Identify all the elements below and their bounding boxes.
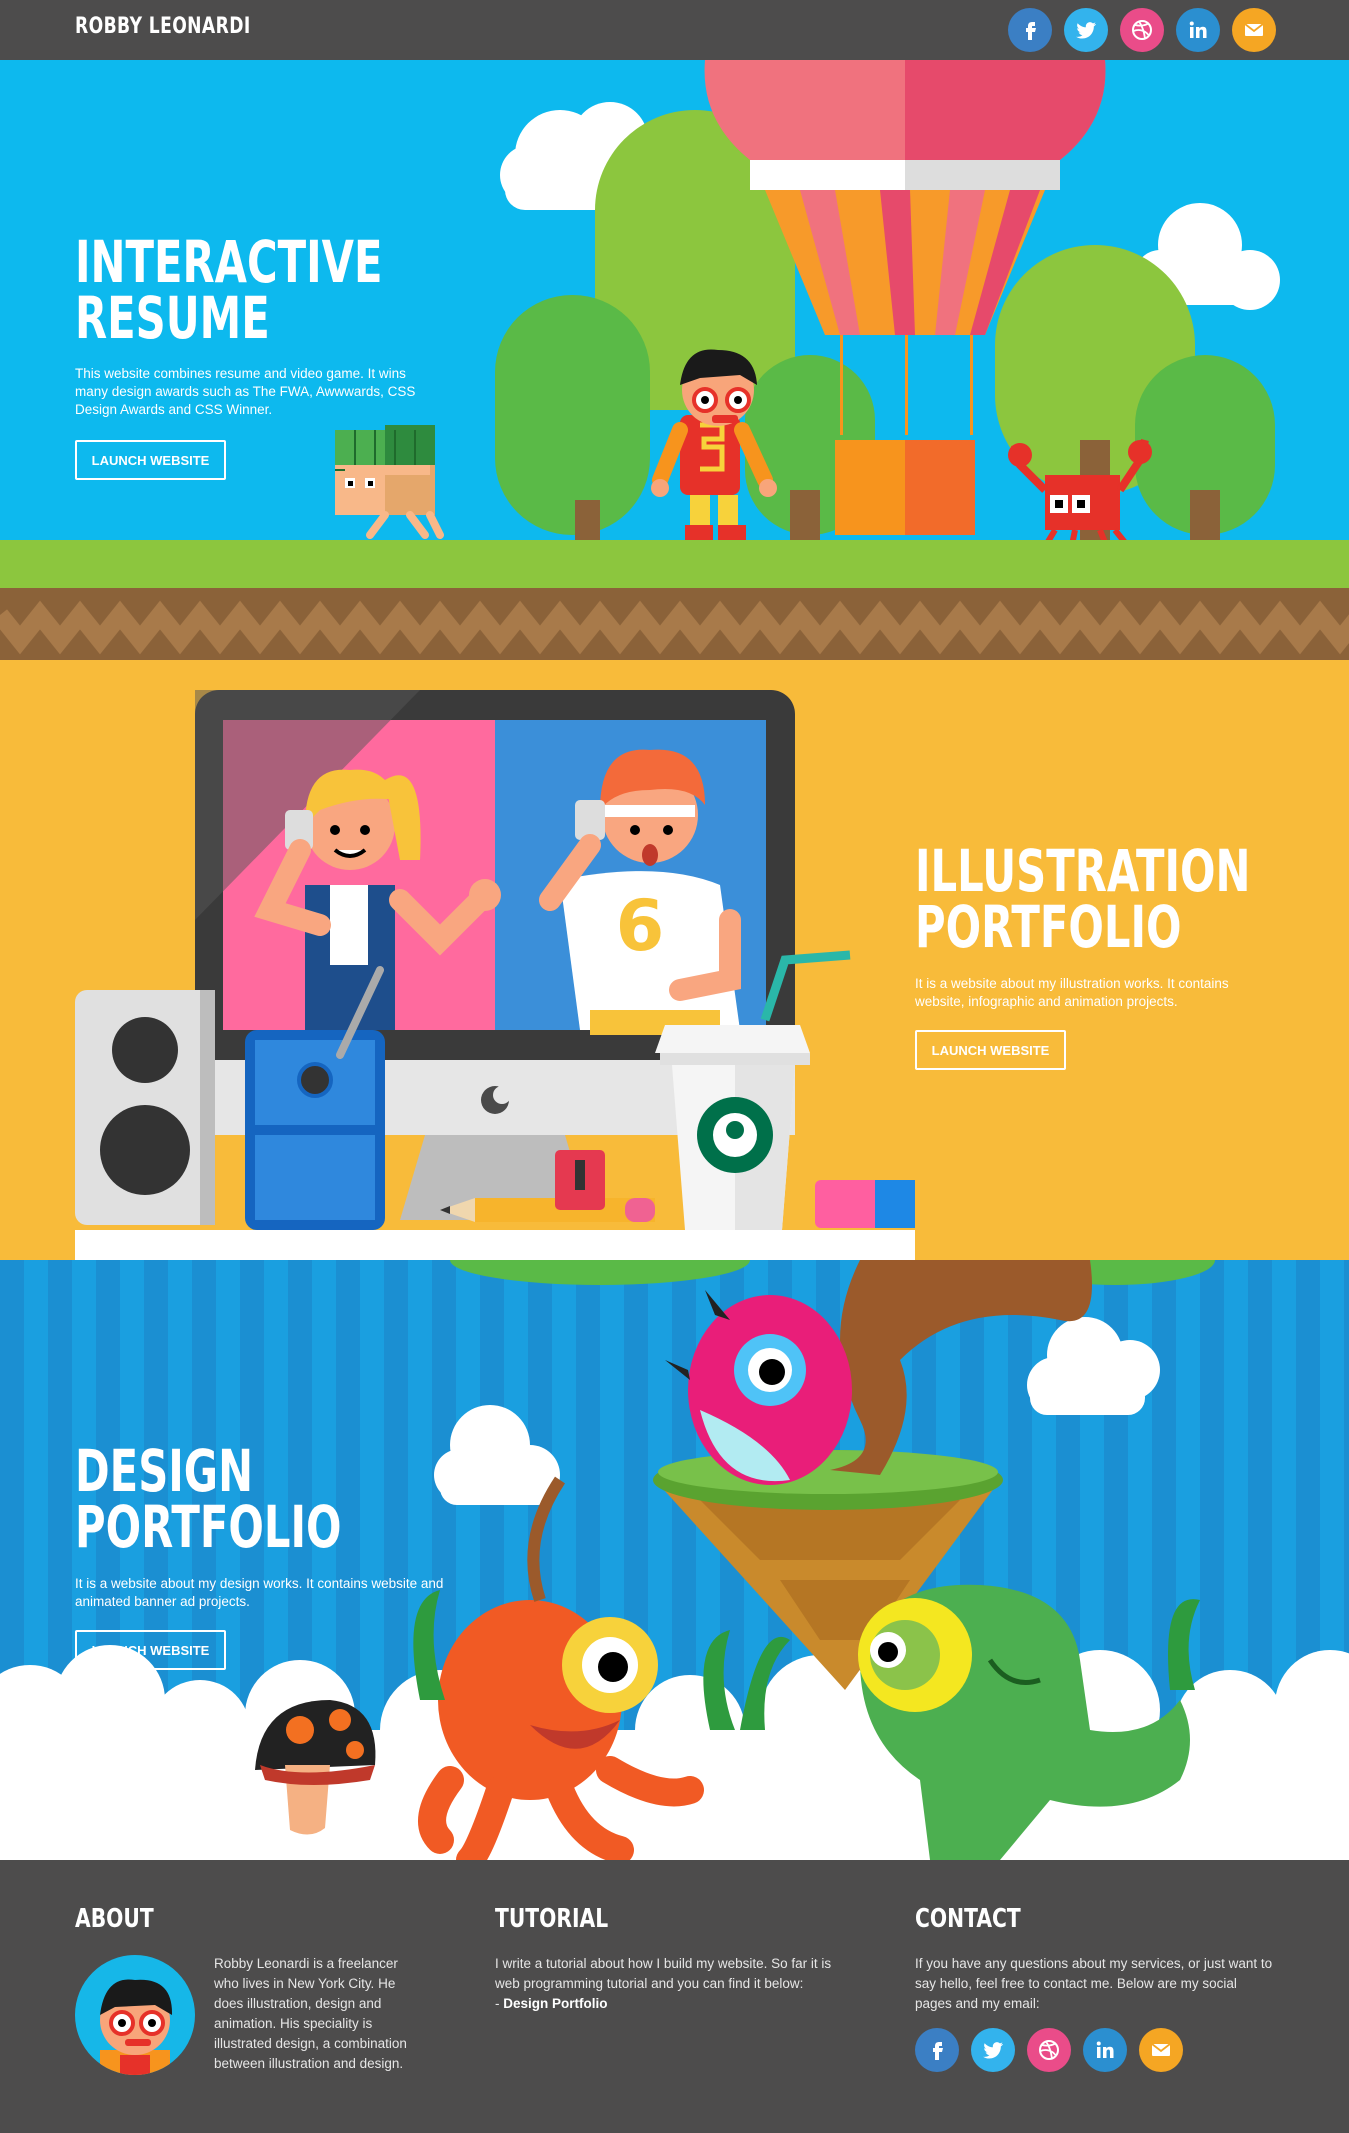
about-title: ABOUT	[75, 1904, 154, 1934]
turtle-character	[335, 425, 444, 539]
design-description: It is a website about my design works. I…	[75, 1576, 444, 1609]
email-icon[interactable]	[1232, 8, 1276, 52]
facebook-icon[interactable]	[1008, 8, 1052, 52]
about-text: Robby Leonardi is a freelancer who lives…	[214, 1956, 407, 2071]
illustration-description: It is a website about my illustration wo…	[915, 976, 1229, 1009]
desk-shelf	[75, 1230, 915, 1260]
resume-description: This website combines resume and video g…	[75, 366, 416, 417]
design-launch-button[interactable]: LAUNCH WEBSITE	[75, 1630, 226, 1670]
tutorial-title: TUTORIAL	[495, 1904, 609, 1934]
tutorial-text: I write a tutorial about how I build my …	[495, 1954, 855, 2014]
footer-linkedin-icon[interactable]	[1083, 2028, 1127, 2072]
jersey-number: 6	[616, 885, 665, 967]
linkedin-icon[interactable]	[1176, 8, 1220, 52]
page: ROBBY LEONARDI INTERACTIVE RESUME This w…	[0, 0, 1349, 2133]
illustration-title-line2: PORTFOLIO	[915, 893, 1182, 961]
footer: ABOUT Robby Leonardi is a freelancer who…	[0, 1860, 1349, 2133]
dribbble-icon[interactable]	[1120, 8, 1164, 52]
speaker	[75, 990, 215, 1225]
avatar	[75, 1955, 195, 2075]
resume-section: INTERACTIVE RESUME This website combines…	[0, 60, 1349, 660]
tutorial-link-prefix: -	[495, 1996, 504, 2011]
grass-strip	[0, 540, 1349, 590]
tree-left	[495, 295, 650, 540]
contact-title: CONTACT	[915, 1904, 1021, 1934]
resume-title-line2: RESUME	[75, 284, 270, 352]
resume-illustration	[0, 60, 1349, 660]
contact-text: If you have any questions about my servi…	[915, 1956, 1273, 2011]
illustration-title-line1: ILLUSTRATION	[915, 837, 1251, 905]
header-social-links	[1008, 8, 1276, 52]
illustration-section: 6 ILLUSTRATION PORTFOLIO It is a website…	[0, 660, 1349, 1260]
illustration-title: ILLUSTRATION PORTFOLIO	[915, 837, 1251, 961]
resume-title-line1: INTERACTIVE	[75, 228, 383, 296]
tutorial-body: I write a tutorial about how I build my …	[495, 1956, 832, 1991]
twitter-icon[interactable]	[1064, 8, 1108, 52]
top-header: ROBBY LEONARDI	[0, 0, 1349, 60]
footer-twitter-icon[interactable]	[971, 2028, 1015, 2072]
cloud-top-right	[1027, 1317, 1160, 1415]
design-title-line1: DESIGN	[75, 1437, 254, 1505]
design-title-line2: PORTFOLIO	[75, 1493, 342, 1561]
eraser	[815, 1180, 915, 1228]
footer-dribbble-icon[interactable]	[1027, 2028, 1071, 2072]
footer-facebook-icon[interactable]	[915, 2028, 959, 2072]
footer-email-icon[interactable]	[1139, 2028, 1183, 2072]
illustration-launch-button[interactable]: LAUNCH WEBSITE	[915, 1030, 1066, 1070]
design-title: DESIGN PORTFOLIO	[75, 1437, 342, 1561]
resume-launch-button[interactable]: LAUNCH WEBSITE	[75, 440, 226, 480]
design-section: DESIGN PORTFOLIO It is a website about m…	[0, 1260, 1349, 1860]
site-logo[interactable]: ROBBY LEONARDI	[75, 14, 251, 39]
resume-title: INTERACTIVE RESUME	[75, 228, 383, 352]
footer-social-links	[915, 2028, 1183, 2072]
tutorial-link-design-portfolio[interactable]: Design Portfolio	[503, 1996, 607, 2011]
